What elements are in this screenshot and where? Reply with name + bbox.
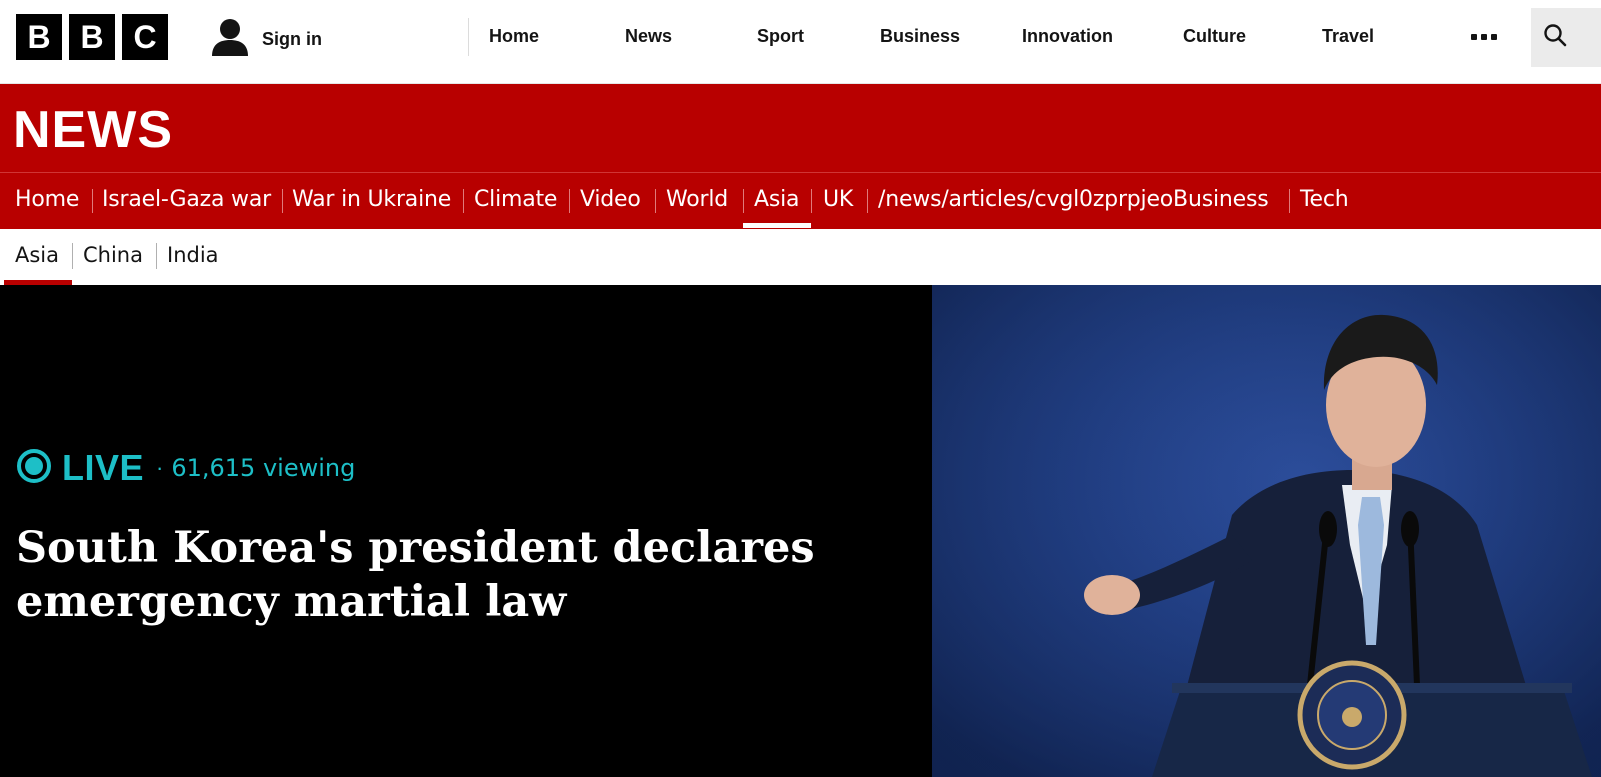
viewer-count: 61,615 viewing — [171, 454, 356, 482]
nav-divider — [743, 189, 744, 213]
nav-divider — [655, 189, 656, 213]
nav-divider — [811, 189, 812, 213]
nav-divider — [156, 243, 157, 269]
section-nav-home[interactable]: Home — [15, 187, 79, 212]
section-nav-active-indicator — [743, 223, 811, 228]
hero-story[interactable]: LIVE · 61,615 viewing South Korea's pres… — [0, 285, 1601, 777]
news-wordmark[interactable]: NEWS — [13, 100, 173, 160]
search-icon — [1543, 23, 1567, 52]
global-nav-business[interactable]: Business — [880, 26, 960, 47]
sub-nav-china[interactable]: China — [83, 243, 143, 267]
hero-photo[interactable] — [932, 285, 1601, 777]
section-nav-tech[interactable]: Tech — [1300, 187, 1349, 212]
section-nav-video[interactable]: Video — [580, 187, 641, 212]
live-ring-icon — [16, 448, 52, 489]
bbc-logo-letter: B — [69, 14, 115, 60]
nav-divider — [282, 189, 283, 213]
user-icon — [212, 18, 248, 61]
news-section-nav: Home Israel-Gaza war War in Ukraine Clim… — [0, 173, 1601, 229]
asia-sub-nav: Asia China India — [0, 229, 1601, 285]
nav-divider — [867, 189, 868, 213]
global-nav-news[interactable]: News — [625, 26, 672, 47]
nav-divider — [92, 189, 93, 213]
press-photo-president-at-podium-icon — [932, 285, 1601, 777]
bbc-logo[interactable]: B B C — [16, 14, 168, 60]
section-nav-business[interactable]: /news/articles/cvgl0zprpjeoBusiness — [878, 187, 1269, 212]
nav-divider — [468, 18, 469, 56]
global-header: B B C Sign in Home News Sport Business I… — [0, 0, 1601, 84]
global-nav-culture[interactable]: Culture — [1183, 26, 1246, 47]
global-nav-home[interactable]: Home — [489, 26, 539, 47]
section-nav-israel-gaza-war[interactable]: Israel-Gaza war — [102, 187, 271, 212]
nav-divider — [1289, 189, 1290, 213]
nav-divider — [463, 189, 464, 213]
sign-in-button[interactable]: Sign in — [212, 18, 322, 61]
section-nav-uk[interactable]: UK — [823, 187, 853, 212]
bbc-logo-letter: B — [16, 14, 62, 60]
search-button[interactable] — [1531, 8, 1601, 67]
sign-in-label: Sign in — [262, 29, 322, 49]
live-label: LIVE — [62, 447, 145, 488]
global-nav-travel[interactable]: Travel — [1322, 26, 1374, 47]
nav-divider — [72, 243, 73, 269]
more-dots-icon[interactable] — [1466, 22, 1502, 52]
section-nav-asia[interactable]: Asia — [754, 187, 800, 212]
section-nav-world[interactable]: World — [666, 187, 728, 212]
nav-divider — [569, 189, 570, 213]
hero-headline[interactable]: South Korea's president declares emergen… — [16, 521, 896, 629]
section-nav-war-in-ukraine[interactable]: War in Ukraine — [292, 187, 451, 212]
hero-text-panel: LIVE · 61,615 viewing South Korea's pres… — [0, 285, 932, 777]
global-nav-innovation[interactable]: Innovation — [1022, 26, 1113, 47]
live-indicator: LIVE · 61,615 viewing — [16, 447, 355, 489]
global-nav-sport[interactable]: Sport — [757, 26, 804, 47]
sub-nav-asia[interactable]: Asia — [15, 243, 59, 267]
bbc-logo-letter: C — [122, 14, 168, 60]
sub-nav-india[interactable]: India — [167, 243, 219, 267]
live-separator: · — [156, 455, 164, 480]
section-nav-climate[interactable]: Climate — [474, 187, 557, 212]
